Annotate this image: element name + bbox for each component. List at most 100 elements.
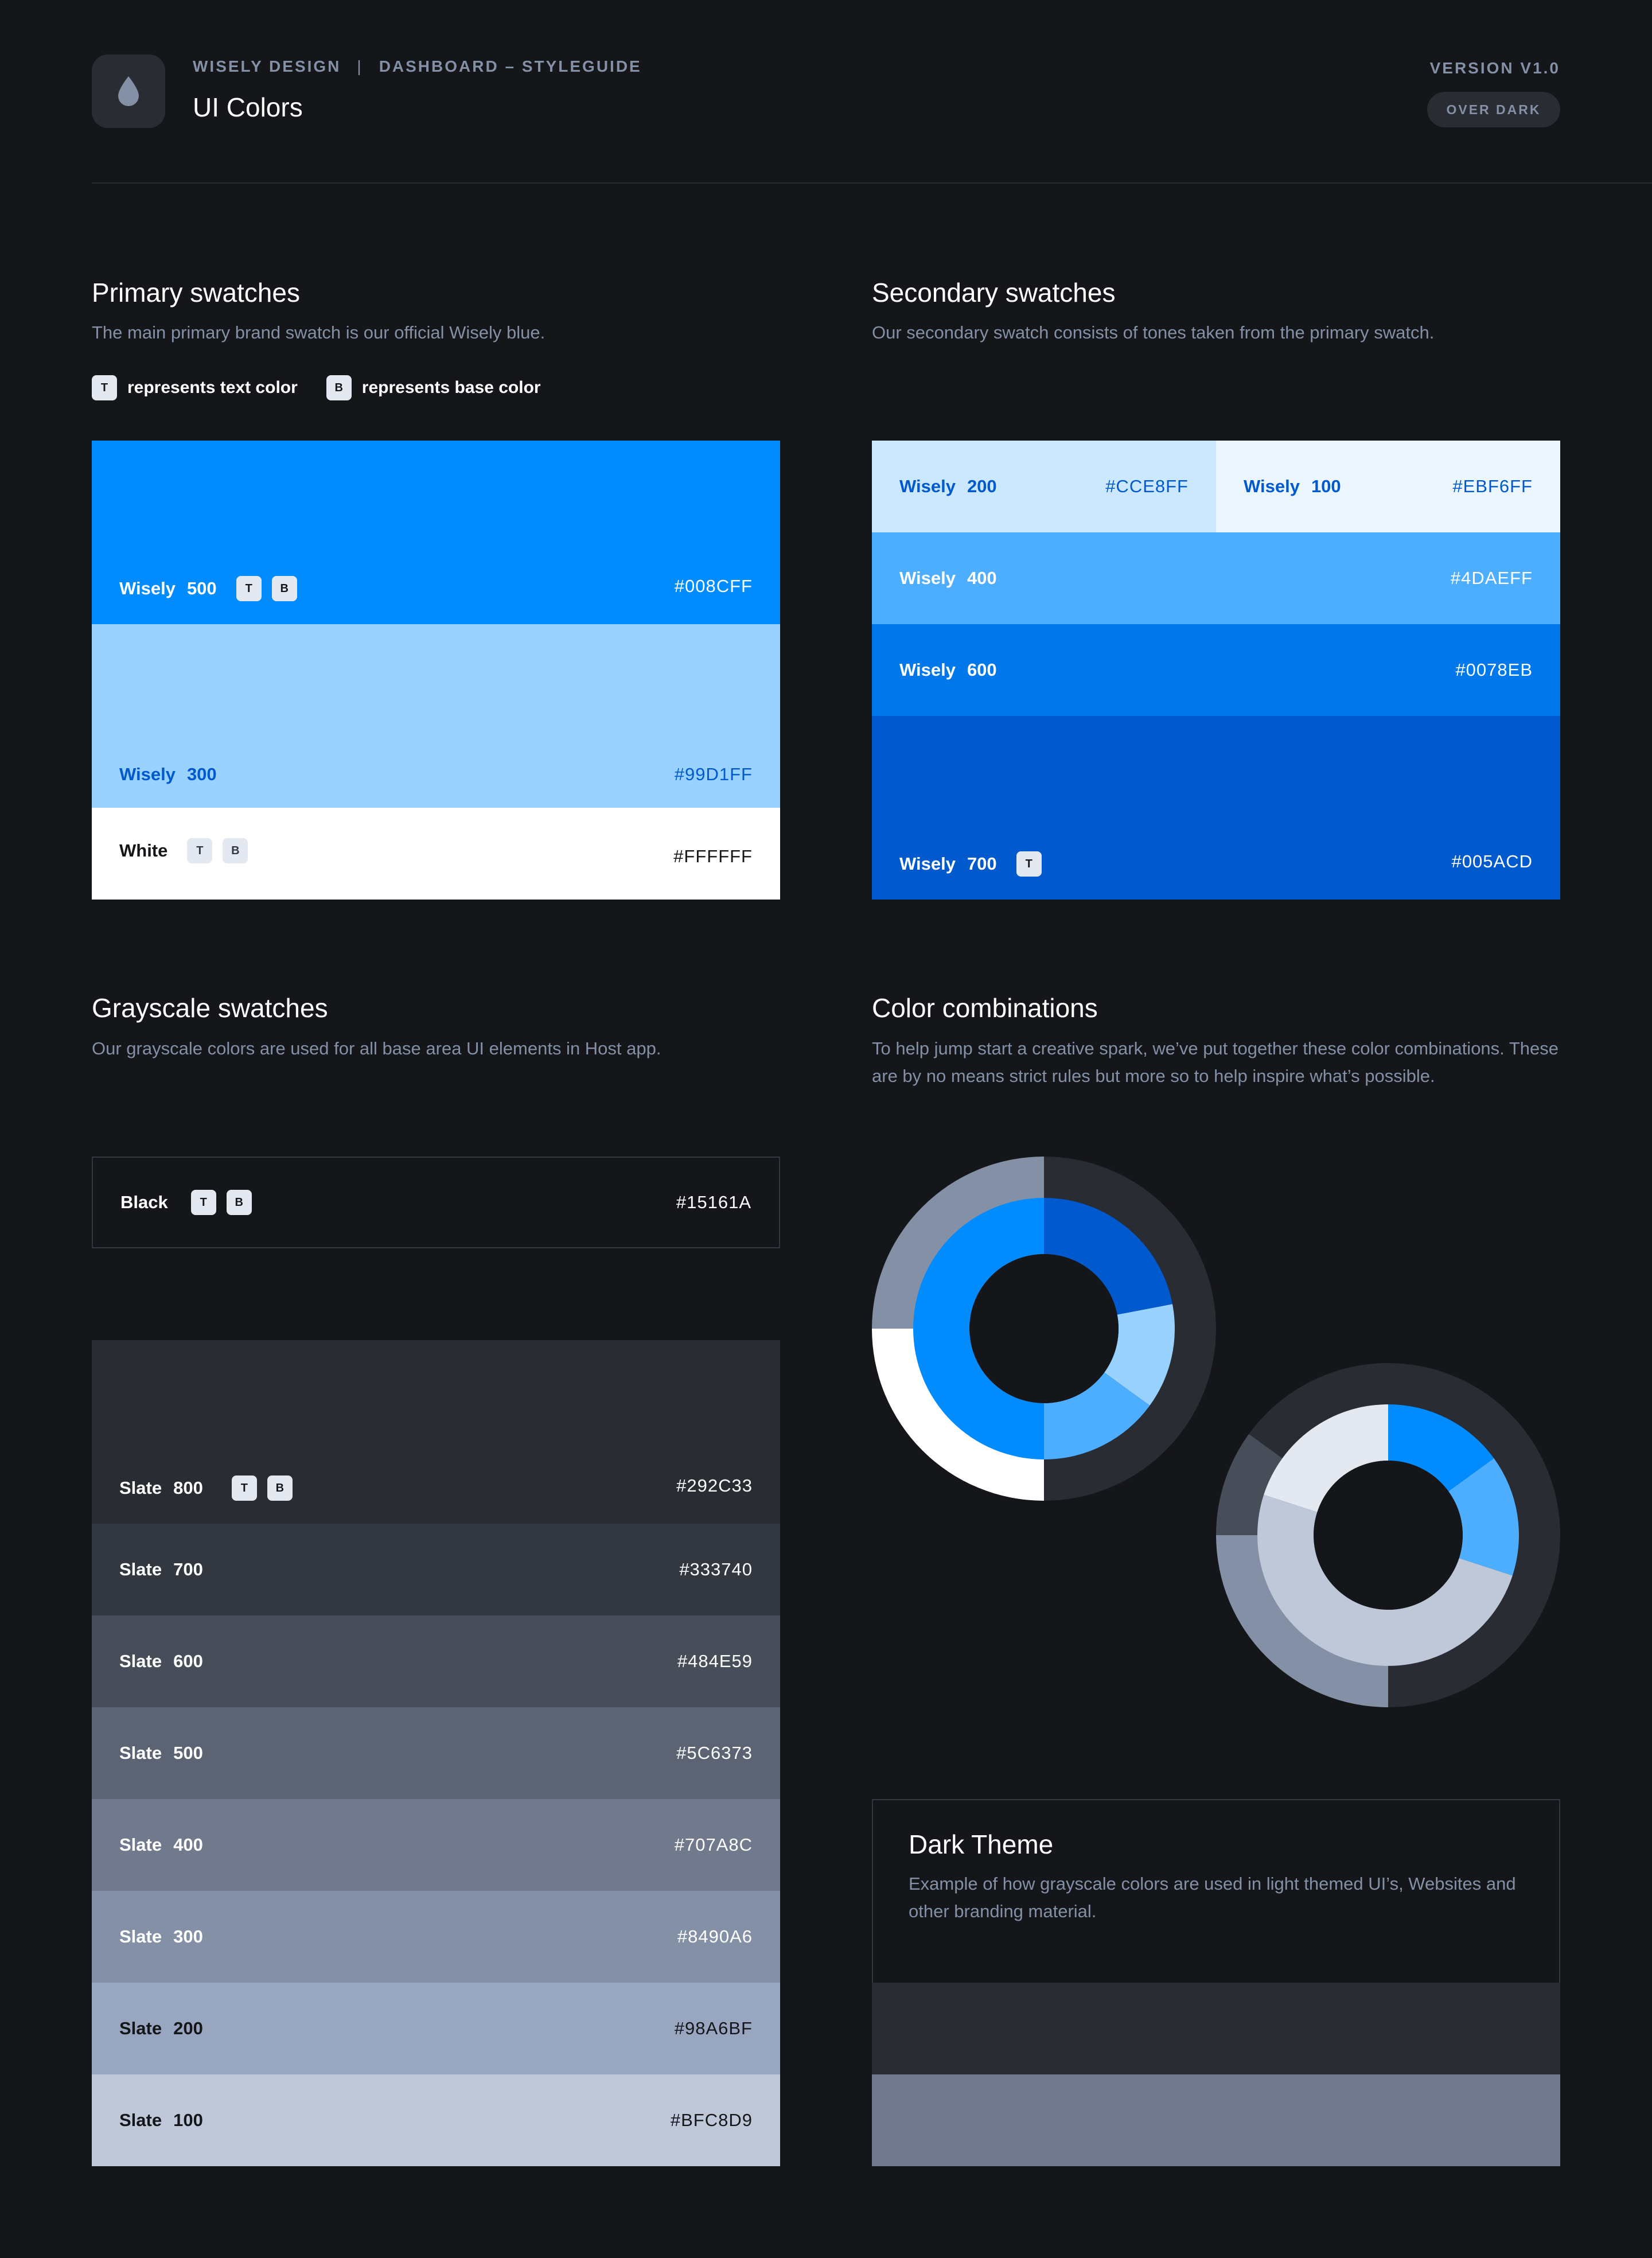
swatch-hex: #484E59 <box>677 1651 753 1671</box>
version-label: VERSION V1.0 <box>1429 59 1560 77</box>
swatch-slate-700[interactable]: Slate 700 #333740 <box>92 1524 780 1615</box>
swatch-hex: #8490A6 <box>677 1926 753 1946</box>
swatch-hex: #5C6373 <box>676 1743 753 1763</box>
swatch-hex: #EBF6FF <box>1452 476 1533 496</box>
primary-desc: The main primary brand swatch is our off… <box>92 322 546 342</box>
base-chip: B <box>267 1476 293 1501</box>
dark-theme-desc: Example of how grayscale colors are used… <box>909 1874 1516 1921</box>
swatch-number: 100 <box>1311 476 1341 496</box>
swatch-slate-200[interactable]: Slate 200 #98A6BF <box>92 1983 780 2074</box>
base-chip: B <box>271 576 297 601</box>
base-chip: B <box>226 1190 252 1215</box>
swatch-number: 600 <box>173 1651 203 1671</box>
theme-pill[interactable]: OVER DARK <box>1427 92 1560 127</box>
swatch-number: 300 <box>173 1926 203 1946</box>
swatch-wisely-500[interactable]: Wisely 500 TB #008CFF <box>92 441 780 624</box>
grayscale-desc: Our grayscale colors are used for all ba… <box>92 1038 661 1058</box>
text-chip-label: represents text color <box>127 378 298 397</box>
dark-theme-band-slate-800 <box>872 1983 1560 2074</box>
text-chip: T <box>190 1190 216 1215</box>
swatch-name: Wisely <box>1244 476 1300 496</box>
text-chip: T <box>92 375 117 400</box>
breadcrumb-separator: | <box>357 57 363 75</box>
text-chip: T <box>187 838 213 863</box>
swatch-slate-800[interactable]: Slate 800 TB #292C33 <box>92 1340 780 1524</box>
swatch-slate-300[interactable]: Slate 300 #8490A6 <box>92 1891 780 1983</box>
swatch-name: Slate <box>119 1835 162 1855</box>
swatch-wisely-400[interactable]: Wisely 400 #4DAEFF <box>872 532 1560 624</box>
page-title: UI Colors <box>193 92 303 122</box>
swatch-number: 700 <box>967 854 997 874</box>
swatch-slate-500[interactable]: Slate 500 #5C6373 <box>92 1707 780 1799</box>
grayscale-title: Grayscale swatches <box>92 993 328 1023</box>
secondary-title: Secondary swatches <box>872 278 1116 307</box>
base-chip-label: represents base color <box>361 378 541 397</box>
breadcrumb-section: DASHBOARD – STYLEGUIDE <box>379 57 642 75</box>
swatch-hex: #FFFFFF <box>673 846 753 866</box>
swatch-slate-400[interactable]: Slate 400 #707A8C <box>92 1799 780 1891</box>
swatch-hex: #005ACD <box>1451 851 1533 871</box>
drop-icon <box>118 76 139 106</box>
combinations-desc: To help jump start a creative spark, we’… <box>872 1038 1559 1086</box>
swatch-black[interactable]: Black TB #15161A <box>92 1157 780 1248</box>
text-chip: T <box>236 576 262 601</box>
chip-legend: T represents text color B represents bas… <box>92 375 541 400</box>
swatch-name: Slate <box>119 1559 162 1579</box>
swatch-hex: #333740 <box>679 1559 753 1579</box>
swatch-wisely-300[interactable]: Wisely 300 #99D1FF <box>92 624 780 808</box>
swatch-name: Wisely <box>119 764 176 784</box>
swatch-name: Black <box>120 1192 168 1212</box>
swatch-number: 300 <box>186 764 217 784</box>
breadcrumb: WISELY DESIGN | DASHBOARD – STYLEGUIDE <box>193 57 642 76</box>
swatch-number: 400 <box>173 1835 203 1855</box>
text-chip: T <box>231 1476 257 1501</box>
swatch-white[interactable]: White TB #FFFFFF <box>92 808 780 900</box>
swatch-number: 500 <box>173 1743 203 1763</box>
swatch-hex: #15161A <box>676 1192 751 1212</box>
swatch-wisely-700[interactable]: Wisely 700 T #005ACD <box>872 716 1560 900</box>
swatch-hex: #BFC8D9 <box>670 2110 753 2130</box>
swatch-number: 200 <box>967 476 997 496</box>
dark-theme-band-slate-400 <box>872 2074 1560 2166</box>
swatch-number: 500 <box>186 578 217 598</box>
swatch-name: Slate <box>119 1651 162 1671</box>
color-combination-donut-1-hole <box>969 1254 1119 1403</box>
header-divider <box>92 182 1652 184</box>
brand-name: WISELY DESIGN <box>193 57 341 75</box>
swatch-slate-100[interactable]: Slate 100 #BFC8D9 <box>92 2074 780 2166</box>
combinations-title: Color combinations <box>872 993 1098 1023</box>
swatch-name: Wisely <box>899 854 956 874</box>
swatch-name: Slate <box>119 1743 162 1763</box>
swatch-name: Slate <box>119 2110 162 2130</box>
swatch-hex: #4DAEFF <box>1450 568 1533 588</box>
swatch-number: 700 <box>173 1559 203 1579</box>
swatch-name: Slate <box>119 2018 162 2038</box>
swatch-number: 400 <box>967 568 997 588</box>
swatch-hex: #008CFF <box>674 576 753 596</box>
swatch-hex: #707A8C <box>674 1835 753 1855</box>
dark-theme-title: Dark Theme <box>909 1829 1054 1859</box>
swatch-name: White <box>119 840 168 861</box>
color-combination-donut-1 <box>872 1157 1216 1501</box>
swatch-name: Wisely <box>119 578 176 598</box>
swatch-number: 600 <box>967 660 997 680</box>
color-combination-donut-2 <box>1216 1363 1560 1707</box>
swatch-wisely-100[interactable]: Wisely 100 #EBF6FF <box>1216 441 1560 532</box>
swatch-hex: #292C33 <box>676 1476 753 1496</box>
swatch-number: 200 <box>173 2018 203 2038</box>
swatch-hex: #CCE8FF <box>1105 476 1189 496</box>
swatch-name: Wisely <box>899 568 956 588</box>
swatch-name: Slate <box>119 1478 162 1498</box>
swatch-wisely-200[interactable]: Wisely 200 #CCE8FF <box>872 441 1216 532</box>
app-logo <box>92 54 165 128</box>
swatch-number: 800 <box>173 1478 203 1498</box>
swatch-number: 100 <box>173 2110 203 2130</box>
swatch-hex: #99D1FF <box>674 764 753 784</box>
swatch-slate-600[interactable]: Slate 600 #484E59 <box>92 1615 780 1707</box>
base-chip: B <box>223 838 248 863</box>
swatch-hex: #0078EB <box>1455 660 1533 680</box>
swatch-wisely-600[interactable]: Wisely 600 #0078EB <box>872 624 1560 716</box>
primary-title: Primary swatches <box>92 278 300 307</box>
swatch-name: Wisely <box>899 476 956 496</box>
swatch-name: Slate <box>119 1926 162 1946</box>
